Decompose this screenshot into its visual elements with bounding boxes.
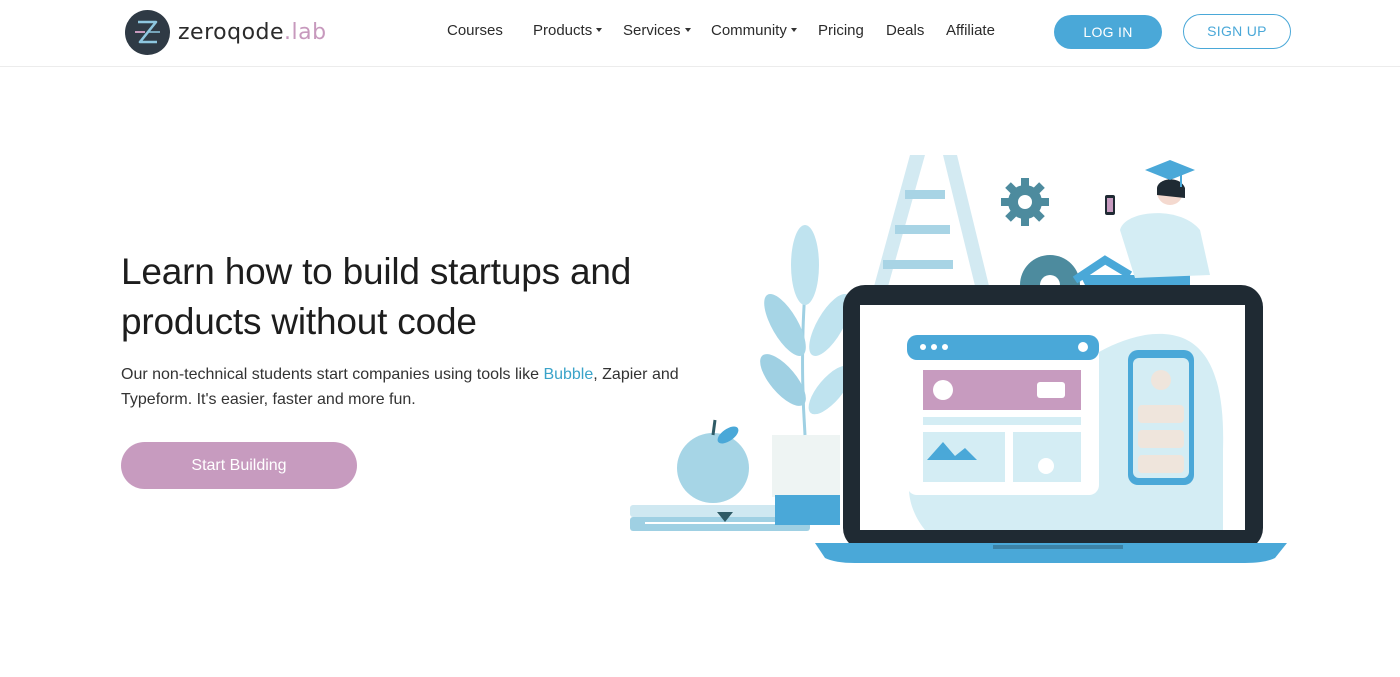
nav-label: Affiliate xyxy=(946,22,995,39)
caret-down-icon xyxy=(684,28,691,33)
brand-suffix: .lab xyxy=(284,19,327,45)
logo[interactable]: zeroqode.lab xyxy=(125,9,327,55)
start-building-button[interactable]: Start Building xyxy=(121,442,357,489)
nav-label: Deals xyxy=(886,22,925,39)
caret-down-icon xyxy=(596,28,603,33)
brand-name: zeroqode xyxy=(178,19,285,45)
nav-item-community[interactable]: Community xyxy=(711,20,797,42)
zeroqode-logo-icon xyxy=(125,9,170,55)
laptop-icon xyxy=(815,285,1287,563)
apple-icon xyxy=(677,419,749,503)
books-icon xyxy=(630,495,840,531)
nav-label: Community xyxy=(711,22,787,39)
gear-icon xyxy=(1001,178,1049,226)
nav-label: Products xyxy=(533,22,593,39)
student-icon xyxy=(1072,160,1210,285)
nav-item-services[interactable]: Services xyxy=(623,20,691,42)
hero-subtitle: Our non-technical students start compani… xyxy=(121,362,681,412)
bubble-link[interactable]: Bubble xyxy=(543,366,593,383)
nav-item-courses[interactable]: Courses xyxy=(447,20,503,42)
nav-item-deals[interactable]: Deals xyxy=(886,20,924,42)
signup-button[interactable]: SIGN UP xyxy=(1183,14,1291,49)
caret-down-icon xyxy=(790,28,797,33)
plant-icon xyxy=(760,225,852,497)
laptop-student-illustration-icon xyxy=(625,150,1295,570)
nav-label: Pricing xyxy=(818,22,864,39)
nav-label: Services xyxy=(623,22,681,39)
logo-text: zeroqode.lab xyxy=(178,20,327,45)
nav-item-products[interactable]: Products xyxy=(533,20,603,42)
site-header: zeroqode.lab Courses Products Services C… xyxy=(0,0,1400,67)
login-button[interactable]: LOG IN xyxy=(1054,15,1162,49)
nav-item-pricing[interactable]: Pricing xyxy=(818,20,864,42)
nav-label: Courses xyxy=(447,22,503,39)
nav-item-affiliate[interactable]: Affiliate xyxy=(946,20,995,42)
hero-subtitle-text: Our non-technical students start compani… xyxy=(121,366,544,383)
ladder-icon xyxy=(873,155,990,290)
